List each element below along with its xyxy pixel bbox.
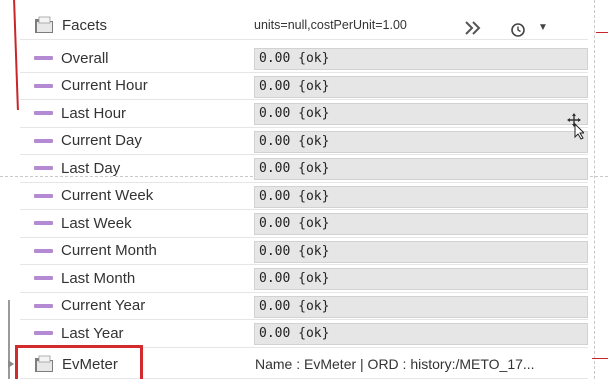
- row-last-day: Last Day 0.00 {ok}: [20, 155, 588, 183]
- row-label: Last Week: [61, 214, 132, 232]
- row-value: 0.00 {ok}: [254, 323, 588, 345]
- double-chevron-right-icon[interactable]: [464, 21, 482, 35]
- row-current-day: Current Day 0.00 {ok}: [20, 128, 588, 155]
- row-value: 0.00 {ok}: [254, 103, 588, 125]
- facets-value: units=null,costPerUnit=1.00: [254, 18, 407, 33]
- row-last-week: Last Week 0.00 {ok}: [20, 210, 588, 238]
- evmeter-highlight-box: [15, 345, 143, 379]
- row-label: Current Month: [61, 242, 157, 260]
- folder-icon: [35, 16, 53, 34]
- row-value: 0.00 {ok}: [254, 295, 588, 318]
- row-label: Current Hour: [61, 77, 148, 95]
- row-overall: Overall 0.00 {ok}: [20, 45, 588, 73]
- row-value: 0.00 {ok}: [254, 268, 588, 290]
- numeric-status-icon: [34, 221, 53, 226]
- left-red-marker: [13, 0, 19, 110]
- row-label: Current Year: [61, 297, 146, 315]
- row-last-hour: Last Hour 0.00 {ok}: [20, 100, 588, 128]
- row-value: 0.00 {ok}: [254, 213, 588, 235]
- row-value: 0.00 {ok}: [254, 185, 588, 208]
- move-cursor-icon: [567, 113, 584, 140]
- numeric-status-icon: [34, 193, 53, 198]
- history-clock-icon[interactable]: [510, 22, 526, 38]
- row-label: Last Hour: [61, 104, 127, 122]
- facets-label: Facets: [62, 16, 108, 34]
- row-label: Last Day: [61, 159, 121, 177]
- numeric-status-icon: [34, 56, 53, 61]
- right-red-marker: [596, 32, 608, 33]
- numeric-status-icon: [34, 138, 53, 143]
- row-label: Last Month: [61, 269, 136, 287]
- row-last-month: Last Month 0.00 {ok}: [20, 265, 588, 293]
- row-value: 0.00 {ok}: [254, 75, 588, 98]
- numeric-status-icon: [34, 83, 53, 88]
- row-value: 0.00 {ok}: [254, 48, 588, 70]
- row-label: Overall: [61, 49, 109, 67]
- row-label: Current Week: [61, 187, 154, 205]
- caret-down-icon[interactable]: ▼: [538, 22, 548, 33]
- right-red-marker-bottom: [592, 358, 608, 359]
- facets-row[interactable]: Facets units=null,costPerUnit=1.00 ▼: [20, 12, 588, 40]
- numeric-status-icon: [34, 248, 53, 253]
- row-current-week: Current Week 0.00 {ok}: [20, 183, 588, 210]
- property-sheet: Facets units=null,costPerUnit=1.00 ▼ Ove…: [0, 0, 608, 379]
- row-current-month: Current Month 0.00 {ok}: [20, 238, 588, 265]
- row-label: Last Year: [61, 324, 124, 342]
- row-value: 0.00 {ok}: [254, 158, 588, 180]
- row-current-hour: Current Hour 0.00 {ok}: [20, 73, 588, 100]
- row-value: 0.00 {ok}: [254, 240, 588, 263]
- row-label: Current Day: [61, 132, 142, 150]
- numeric-status-icon: [34, 331, 53, 336]
- right-dotted-guide: [594, 0, 595, 379]
- numeric-status-icon: [34, 111, 53, 116]
- expand-arrow-icon[interactable]: [8, 360, 14, 368]
- row-value: 0.00 {ok}: [254, 130, 588, 153]
- numeric-status-icon: [34, 166, 53, 171]
- numeric-status-icon: [34, 276, 53, 281]
- row-current-year: Current Year 0.00 {ok}: [20, 293, 588, 320]
- numeric-status-icon: [34, 303, 53, 308]
- evmeter-value: Name : EvMeter | ORD : history:/METO_17.…: [255, 356, 535, 373]
- facets-name: Facets: [34, 12, 107, 39]
- row-last-year: Last Year 0.00 {ok}: [20, 320, 588, 348]
